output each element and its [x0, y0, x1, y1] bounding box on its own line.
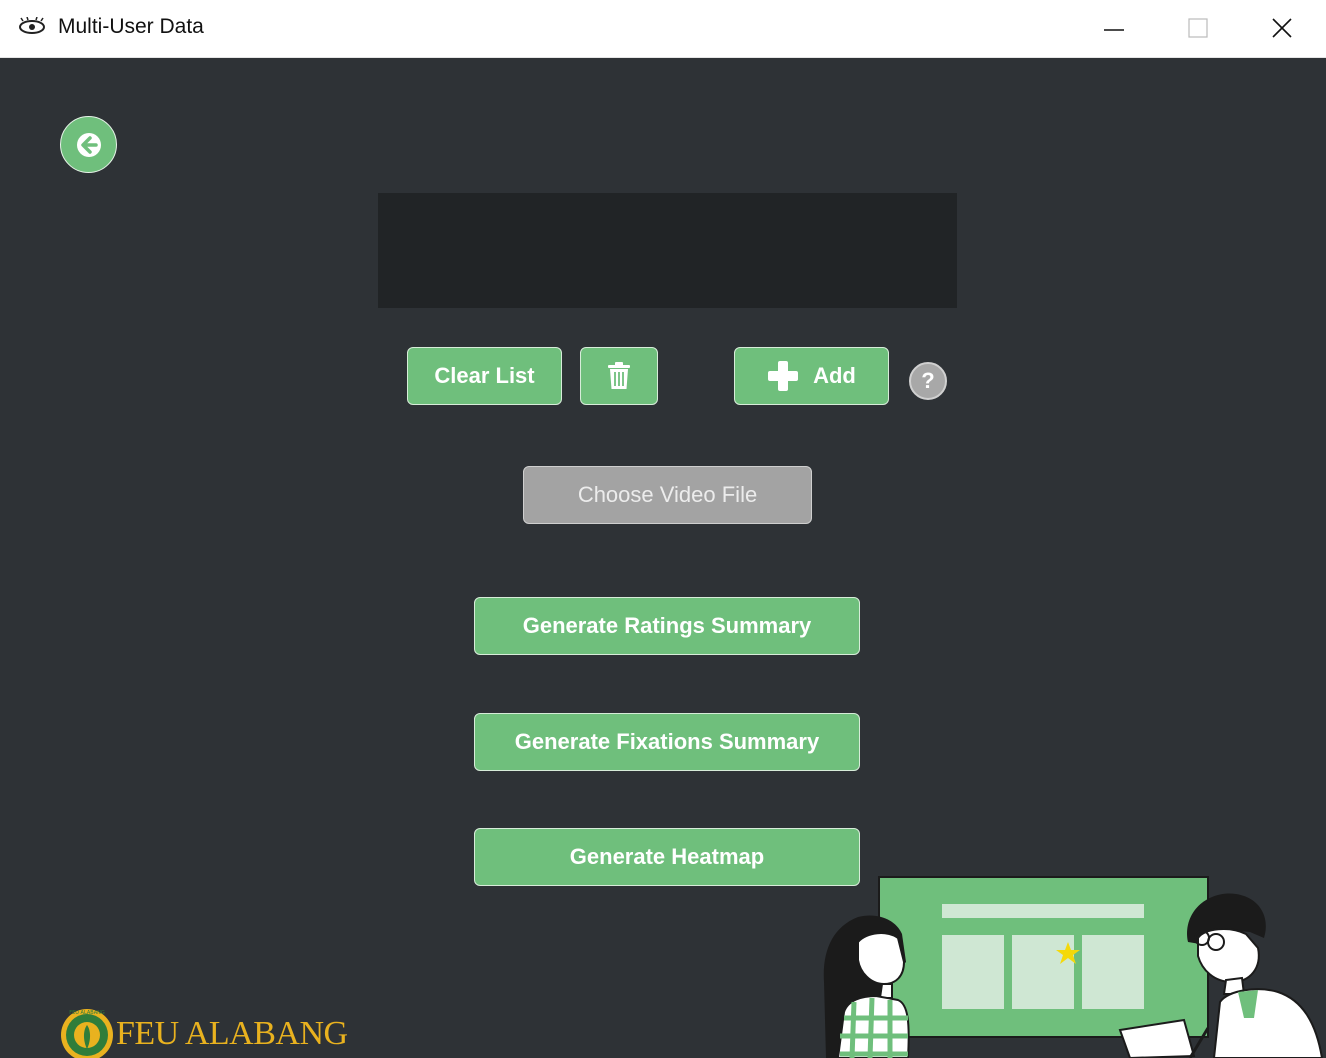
maximize-button[interactable]	[1154, 0, 1242, 57]
trash-icon	[608, 362, 630, 389]
generate-heatmap-button[interactable]: Generate Heatmap	[474, 828, 860, 886]
add-button[interactable]: Add	[734, 347, 889, 405]
university-seal-icon: FEU ALABANG	[61, 1009, 113, 1058]
eye-icon	[19, 17, 45, 34]
feu-alabang-logo: FEU ALABANG FEU ALABANG	[60, 1005, 360, 1058]
arrow-left-icon	[77, 133, 101, 157]
title-bar: Multi-User Data	[0, 0, 1326, 58]
back-button[interactable]	[60, 116, 117, 173]
maximize-icon	[1188, 18, 1208, 38]
window-title: Multi-User Data	[58, 15, 204, 38]
generate-ratings-summary-button[interactable]: Generate Ratings Summary	[474, 597, 860, 655]
minimize-icon	[1104, 29, 1124, 31]
file-list[interactable]	[378, 193, 957, 308]
delete-button[interactable]	[580, 347, 658, 405]
help-icon[interactable]: ?	[909, 362, 947, 400]
close-button[interactable]	[1238, 0, 1326, 57]
team-illustration	[823, 876, 1324, 1058]
plus-icon	[768, 361, 799, 391]
clear-list-button[interactable]: Clear List	[407, 347, 562, 405]
choose-video-file-button[interactable]: Choose Video File	[523, 466, 812, 524]
seal-text: FEU ALABANG	[69, 1010, 105, 1016]
add-label: Add	[813, 363, 856, 388]
close-icon	[1272, 18, 1292, 38]
presentation-board-icon	[878, 876, 1209, 1038]
logo-text: FEU ALABANG	[116, 1015, 348, 1052]
generate-fixations-summary-button[interactable]: Generate Fixations Summary	[474, 713, 860, 771]
minimize-button[interactable]	[1070, 0, 1158, 57]
